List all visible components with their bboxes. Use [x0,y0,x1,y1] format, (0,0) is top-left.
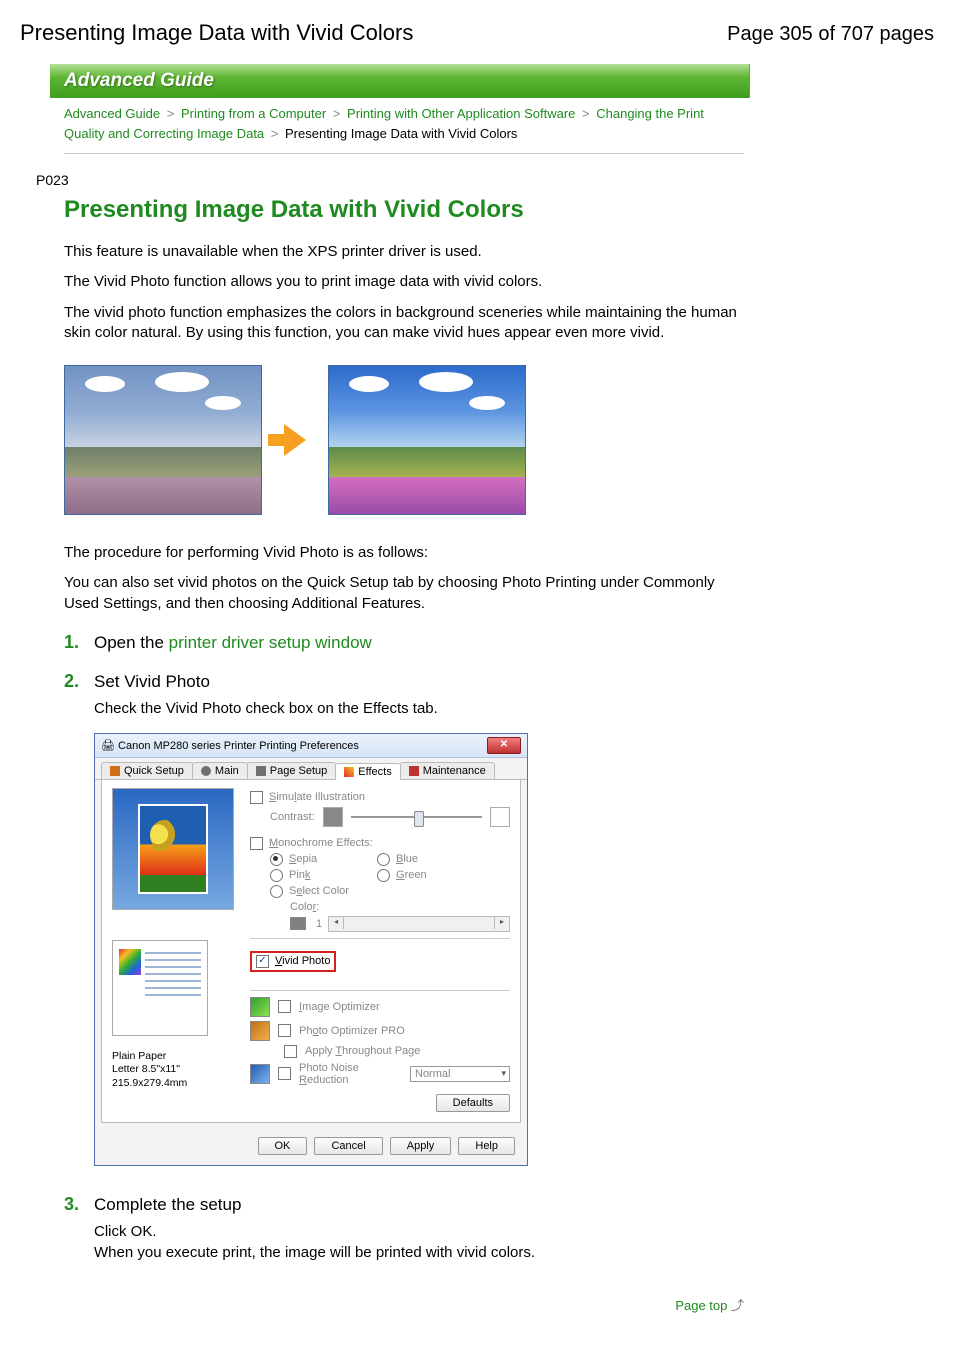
breadcrumb-sep: > [268,126,282,141]
step-3-title: Complete the setup [94,1195,241,1215]
image-optimizer-checkbox[interactable] [278,1000,291,1013]
monochrome-effects-checkbox[interactable] [250,837,263,850]
arrow-right-icon [284,424,306,456]
monochrome-effects-label: Monochrome Effects: [269,837,373,849]
contrast-label: Contrast: [270,811,315,823]
breadcrumb-sep: > [579,106,593,121]
apply-throughout-page-checkbox[interactable] [284,1045,297,1058]
breadcrumb-printing-from-computer[interactable]: Printing from a Computer [181,106,326,121]
radio-sepia[interactable] [270,853,283,866]
tab-maintenance[interactable]: Maintenance [400,762,495,779]
radio-green[interactable] [377,869,390,882]
landscape-before [64,365,262,515]
procedure-intro: The procedure for performing Vivid Photo… [64,543,744,563]
radio-pink[interactable] [270,869,283,882]
simulate-illustration-checkbox[interactable] [250,791,263,804]
page-top-link[interactable]: Page top [675,1298,727,1313]
help-button[interactable]: Help [458,1137,515,1155]
step-1: 1. Open the printer driver setup window [64,632,744,653]
color-scrollbar[interactable]: ◂ ▸ [328,916,510,932]
radio-pink-label: Pink [289,869,371,881]
radio-sepia-label: Sepia [289,853,371,865]
intro-note: This feature is unavailable when the XPS… [64,242,744,262]
landscape-after [328,365,526,515]
step-2-number: 2. [64,671,86,692]
contrast-high-icon [490,807,510,827]
step-3-body: Click OK. When you execute print, the im… [94,1221,744,1263]
contrast-slider[interactable] [351,816,482,818]
media-info: Plain Paper Letter 8.5"x11" 215.9x279.4m… [112,1050,236,1091]
advanced-guide-banner: Advanced Guide [50,64,750,98]
page-layout-thumbnail [112,940,208,1036]
preview-thumbnail [112,788,234,910]
vivid-photo-checkbox[interactable] [256,955,269,968]
radio-green-label: Green [396,869,427,881]
step-1-number: 1. [64,632,86,653]
defaults-button[interactable]: Defaults [436,1094,510,1112]
contrast-low-icon [323,807,343,827]
doc-code: P023 [36,172,934,188]
step-3: 3. Complete the setup Click OK. When you… [64,1194,744,1263]
main-title: Presenting Image Data with Vivid Colors [64,196,744,224]
step-1-title: Open the printer driver setup window [94,633,372,653]
vivid-photo-label: Vivid Photo [275,955,330,967]
photo-optimizer-pro-label: Photo Optimizer PRO [299,1025,405,1037]
breadcrumb-current: Presenting Image Data with Vivid Colors [285,126,517,141]
tab-effects[interactable]: Effects [335,763,400,780]
color-value: 1 [316,918,322,930]
photo-optimizer-pro-checkbox[interactable] [278,1024,291,1037]
radio-select-color-label: Select Color [289,885,349,897]
breadcrumb-other-application-software[interactable]: Printing with Other Application Software [347,106,575,121]
page-indicator: Page 305 of 707 pages [727,23,934,46]
photo-optimizer-pro-icon [250,1021,270,1041]
up-arrow-icon: ⤴ [731,1298,744,1313]
breadcrumb-sep: > [330,106,344,121]
simulate-illustration-label: Simulate Illustration [269,791,365,803]
step-1-title-text: Open the [94,633,169,652]
apply-throughout-page-label: Apply Throughout Page [305,1045,420,1057]
apply-button[interactable]: Apply [390,1137,452,1155]
breadcrumb: Advanced Guide > Printing from a Compute… [64,104,744,154]
dialog-title: 🖨 Canon MP280 series Printer Printing Pr… [101,739,359,752]
printer-driver-setup-link[interactable]: printer driver setup window [169,633,372,652]
step-2: 2. Set Vivid Photo Check the Vivid Photo… [64,671,744,1166]
radio-blue-label: Blue [396,853,418,865]
step-2-title: Set Vivid Photo [94,672,210,692]
breadcrumb-advanced-guide[interactable]: Advanced Guide [64,106,160,121]
tab-main[interactable]: Main [192,762,248,779]
image-optimizer-label: Image Optimizer [299,1001,380,1013]
step-2-body: Check the Vivid Photo check box on the E… [94,698,744,719]
color-label: Color: [290,901,319,913]
tab-page-setup[interactable]: Page Setup [247,762,337,779]
tab-quick-setup[interactable]: Quick Setup [101,762,193,779]
image-optimizer-icon [250,997,270,1017]
ok-button[interactable]: OK [258,1137,308,1155]
step-3-number: 3. [64,1194,86,1215]
photo-noise-reduction-icon [250,1064,270,1084]
intro-para-1: The Vivid Photo function allows you to p… [64,272,744,292]
vivid-photo-highlight: Vivid Photo [250,951,336,972]
page-title-header: Presenting Image Data with Vivid Colors [20,20,413,46]
breadcrumb-sep: > [164,106,178,121]
cancel-button[interactable]: Cancel [314,1137,382,1155]
photo-noise-reduction-label: Photo Noise Reduction [299,1062,402,1086]
intro-para-2: The vivid photo function emphasizes the … [64,303,744,344]
vivid-compare-illustration [64,365,744,515]
procedure-note: You can also set vivid photos on the Qui… [64,573,744,614]
printer-preferences-dialog: 🖨 Canon MP280 series Printer Printing Pr… [94,733,528,1166]
dialog-close-button[interactable]: ✕ [487,737,521,754]
photo-noise-reduction-checkbox[interactable] [278,1067,291,1080]
dialog-tabs: Quick Setup Main Page Setup Effects Main… [95,758,527,780]
color-swatch [290,917,306,930]
radio-blue[interactable] [377,853,390,866]
noise-reduction-select[interactable]: Normal [410,1066,510,1082]
radio-select-color[interactable] [270,885,283,898]
